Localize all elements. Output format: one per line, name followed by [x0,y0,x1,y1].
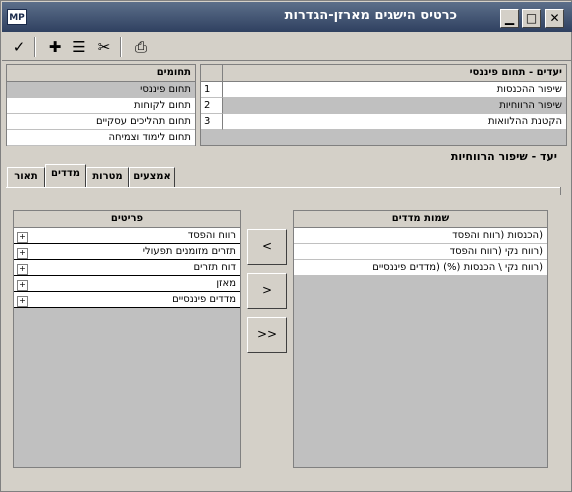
app-window: MP ▁ □ ✕ כרטיס הישגים מארזן-הגדרות ✓ ✚ ☰… [0,0,572,492]
toolbar-separator [120,37,122,57]
window-title: כרטיס הישגים מארזן-הגדרות [284,8,457,23]
goal-row-number: 2 [201,98,223,114]
item-row[interactable]: + רווח והפסד [14,228,240,244]
item-row[interactable]: + תזרים מזומנים תפעולי [14,244,240,260]
toolbar-separator [34,37,36,57]
goal-row[interactable]: הקטנת ההלוואות [223,114,566,130]
items-header: פריטים [14,211,240,228]
domain-item[interactable]: תחום פיננסי [7,82,195,98]
domains-header: תחומים [7,65,195,82]
expand-icon[interactable]: + [17,280,28,291]
tab-means[interactable]: אמצעים [129,167,175,187]
measure-row[interactable]: (רווח נקי \ הכנסות (%) (מדדים פיננסיים [294,260,547,276]
scissors-icon[interactable]: ✂ [93,36,115,58]
remove-all-button[interactable]: >> [247,317,287,353]
items-panel: פריטים + רווח והפסד + תזרים מזומנים תפעולי… [13,210,241,468]
close-button[interactable]: ✕ [545,9,564,28]
minimize-icon: ▁ [504,11,515,25]
printer-icon[interactable]: ⎙ [130,36,152,58]
title-bar[interactable]: MP ▁ □ ✕ כרטיס הישגים מארזן-הגדרות [2,2,572,32]
domains-list: תחומים תחום פיננסי תחום לקוחות תחום תהלי… [6,64,196,146]
app-logo: MP [7,9,27,25]
expand-icon[interactable]: + [17,232,28,243]
close-icon: ✕ [549,11,560,25]
goal-row[interactable]: שיפור ההכנסות [223,82,566,98]
goals-header: יעדים - תחום פיננסי [223,65,566,82]
measure-row[interactable]: (רווח נקי (רווח והפסד [294,244,547,260]
expand-icon[interactable]: + [17,264,28,275]
minimize-button[interactable]: ▁ [500,9,519,28]
goal-row-number: 3 [201,114,223,130]
expand-icon[interactable]: + [17,248,28,259]
tab-objectives[interactable]: מטרות [86,167,129,187]
measure-row[interactable]: (הכנסות (רווח והפסד [294,228,547,244]
measures-header: שמות מדדים [294,211,547,228]
goal-title: יעד - שיפור הרווחיות [450,150,557,163]
tab-strip-line [6,187,561,188]
list-icon[interactable]: ☰ [68,36,90,58]
goal-row-number: 1 [201,82,223,98]
remove-button[interactable]: > [247,273,287,309]
add-button[interactable]: < [247,229,287,265]
expand-icon[interactable]: + [17,296,28,307]
goal-row[interactable]: שיפור הרווחיות [223,98,566,114]
tab-scroll-edge [557,187,561,195]
item-row[interactable]: + מאזן [14,276,240,292]
grid-corner [201,65,223,82]
tab-measures[interactable]: מדדים [45,164,86,188]
domain-item[interactable]: תחום תהליכים עסקיים [7,114,195,130]
toolbar: ✓ ✚ ☰ ✂ ⎙ [2,33,572,61]
tab-description[interactable]: תאור [7,167,45,187]
check-icon[interactable]: ✓ [8,36,30,58]
item-row[interactable]: + דוח תזרים [14,260,240,276]
domain-item[interactable]: תחום לקוחות [7,98,195,114]
domain-item[interactable]: תחום לימוד וצמיחה [7,130,195,146]
item-row[interactable]: + מדדים פיננסיים [14,292,240,308]
goals-grid: יעדים - תחום פיננסי 1 שיפור ההכנסות 2 שי… [200,64,567,146]
maximize-button[interactable]: □ [522,9,541,28]
measures-panel: שמות מדדים (הכנסות (רווח והפסד (רווח נקי… [293,210,548,468]
plus-icon[interactable]: ✚ [44,36,66,58]
maximize-icon: □ [525,11,538,25]
